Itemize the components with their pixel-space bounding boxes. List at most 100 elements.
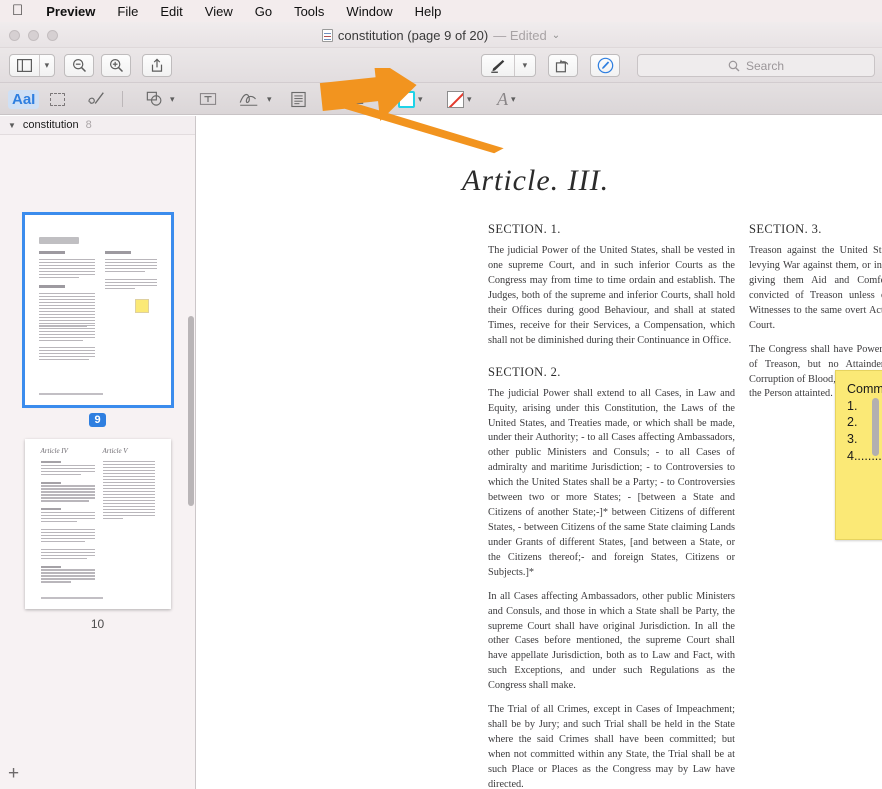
section-1-paragraph: The judicial Power of the United States,… bbox=[488, 244, 735, 348]
chevron-down-icon[interactable]: ⌄ bbox=[552, 30, 560, 41]
menu-item-help[interactable]: Help bbox=[404, 4, 453, 19]
add-page-button[interactable]: + bbox=[8, 764, 19, 783]
section-3-paragraph-1: Treason against the United States, shall… bbox=[749, 244, 882, 334]
fill-color-tool[interactable]: ▾ bbox=[447, 86, 472, 112]
shape-style-tool[interactable]: ▾ bbox=[348, 86, 374, 112]
highlight-button[interactable] bbox=[590, 54, 620, 77]
sidebar-icon[interactable] bbox=[10, 55, 39, 76]
macos-menu-bar:  Preview File Edit View Go Tools Window… bbox=[0, 0, 882, 22]
zoom-out-icon bbox=[72, 58, 87, 73]
sidebar-title: constitution bbox=[23, 119, 79, 131]
chevron-down-icon[interactable]: ▾ bbox=[418, 94, 423, 105]
thumb10-footer-mark bbox=[41, 597, 103, 599]
edited-status: — Edited bbox=[493, 28, 546, 43]
chevron-down-icon[interactable]: ▾ bbox=[511, 94, 516, 105]
thumb-col-left-d bbox=[39, 347, 95, 362]
document-icon bbox=[322, 29, 333, 42]
rectangular-selection-tool[interactable] bbox=[50, 86, 65, 112]
text-tool[interactable] bbox=[199, 86, 217, 112]
menu-item-edit[interactable]: Edit bbox=[149, 4, 193, 19]
thumb-col-left-c bbox=[39, 325, 95, 343]
thumb-col-right-b bbox=[105, 279, 157, 291]
chevron-down-icon[interactable]: ▾ bbox=[170, 94, 175, 105]
thumb-sec3-mark bbox=[105, 251, 131, 254]
disclosure-triangle-icon[interactable]: ▼ bbox=[8, 121, 16, 130]
sidebar-view-button[interactable]: ▾ bbox=[9, 54, 55, 77]
rotate-button[interactable] bbox=[548, 54, 578, 77]
sketch-icon bbox=[86, 90, 108, 108]
menu-item-window[interactable]: Window bbox=[335, 4, 403, 19]
border-color-swatch bbox=[398, 91, 415, 108]
section-2-paragraph-1: The judicial Power shall extend to all C… bbox=[488, 387, 735, 581]
markup-pen-icon[interactable] bbox=[482, 55, 514, 76]
chevron-down-icon: ▾ bbox=[523, 60, 528, 71]
markup-dropdown-arrow[interactable]: ▾ bbox=[514, 55, 535, 76]
search-input[interactable]: Search bbox=[637, 54, 875, 77]
page-scrollbar[interactable] bbox=[872, 398, 879, 456]
sidebar-page-count: 8 bbox=[86, 119, 92, 131]
chevron-down-icon[interactable]: ▾ bbox=[467, 94, 472, 105]
sidebar-glyph bbox=[17, 59, 32, 72]
note-line-0: Comments: bbox=[847, 381, 882, 398]
menu-item-preview[interactable]: Preview bbox=[35, 4, 106, 19]
sketch-tool[interactable] bbox=[86, 86, 108, 112]
article-title: Article. III. bbox=[462, 164, 609, 198]
thumb-sec2-mark bbox=[39, 285, 65, 288]
shapes-tool[interactable]: ▾ bbox=[145, 86, 175, 112]
section-1-heading: SECTION. 1. bbox=[488, 220, 735, 238]
menu-item-file[interactable]: File bbox=[106, 4, 149, 19]
section-2-paragraph-2: In all Cases affecting Ambassadors, othe… bbox=[488, 590, 735, 694]
thumbnail-list: 9 Article IV Article V bbox=[0, 135, 195, 631]
thumb10-heading-left: Article IV bbox=[41, 447, 68, 455]
preview-app-window:  Preview File Edit View Go Tools Window… bbox=[0, 0, 882, 789]
sidebar-dropdown-arrow[interactable]: ▾ bbox=[39, 55, 54, 76]
zoom-out-button[interactable] bbox=[64, 54, 94, 77]
thumbnail-item-9[interactable]: 9 bbox=[0, 215, 195, 427]
rotate-icon bbox=[555, 58, 571, 74]
left-column: SECTION. 1. The judicial Power of the Un… bbox=[488, 220, 735, 789]
thumb-col-left-a bbox=[39, 259, 95, 280]
sidebar-header[interactable]: ▼ constitution 8 bbox=[0, 116, 195, 135]
thumbnail-page-10[interactable]: Article IV Article V bbox=[25, 439, 171, 609]
text-style-tool[interactable]: A ▾ bbox=[497, 86, 516, 112]
page-view: Article. III. SECTION. 1. The judicial P… bbox=[196, 116, 882, 789]
signature-tool[interactable]: ▾ bbox=[238, 86, 272, 112]
border-color-tool[interactable]: ▾ bbox=[398, 86, 423, 112]
sidebar-scrollbar[interactable] bbox=[188, 316, 194, 506]
menu-item-view[interactable]: View bbox=[194, 4, 244, 19]
thumb-title-mark bbox=[39, 237, 79, 244]
fill-color-swatch bbox=[447, 91, 464, 108]
window-title-bar: constitution (page 9 of 20) — Edited ⌄ bbox=[0, 22, 882, 48]
apple-logo-icon[interactable]:  bbox=[12, 3, 35, 20]
menu-item-go[interactable]: Go bbox=[244, 4, 283, 19]
main-toolbar: ▾ bbox=[0, 48, 882, 83]
zoom-in-icon bbox=[109, 58, 124, 73]
section-2-heading: SECTION. 2. bbox=[488, 363, 735, 381]
thumbnail-item-10[interactable]: Article IV Article V bbox=[0, 439, 195, 631]
text-select-label: AaI bbox=[8, 90, 39, 109]
zoom-in-button[interactable] bbox=[101, 54, 131, 77]
markup-toolbar-button[interactable]: ▾ bbox=[481, 54, 536, 77]
share-button[interactable] bbox=[142, 54, 172, 77]
section-2-paragraph-3: The Trial of all Crimes, except in Cases… bbox=[488, 703, 735, 789]
signature-icon bbox=[238, 90, 264, 108]
note-icon bbox=[290, 91, 307, 108]
dashed-rectangle-icon bbox=[50, 93, 65, 106]
thumbnail-note-marker bbox=[135, 299, 149, 313]
thumb10-col-right bbox=[103, 461, 155, 521]
thumbnail-page-9[interactable] bbox=[25, 215, 171, 405]
pdf-page: Article. III. SECTION. 1. The judicial P… bbox=[212, 116, 862, 789]
text-selection-tool[interactable]: AaI bbox=[8, 86, 39, 112]
document-window: constitution (page 9 of 20) — Edited ⌄ ▾ bbox=[0, 22, 882, 789]
thumb-footer-mark bbox=[39, 393, 103, 395]
chevron-down-icon[interactable]: ▾ bbox=[369, 94, 374, 105]
text-box-icon bbox=[199, 90, 217, 108]
menu-item-tools[interactable]: Tools bbox=[283, 4, 335, 19]
thumb10-heading-right: Article V bbox=[103, 447, 128, 455]
note-tool[interactable] bbox=[290, 86, 307, 112]
thumb-col-left-b bbox=[39, 293, 95, 329]
window-content: ▼ constitution 8 bbox=[0, 116, 882, 789]
window-title: constitution (page 9 of 20) bbox=[338, 28, 488, 43]
thumbnail-sidebar: ▼ constitution 8 bbox=[0, 116, 196, 789]
chevron-down-icon[interactable]: ▾ bbox=[267, 94, 272, 105]
